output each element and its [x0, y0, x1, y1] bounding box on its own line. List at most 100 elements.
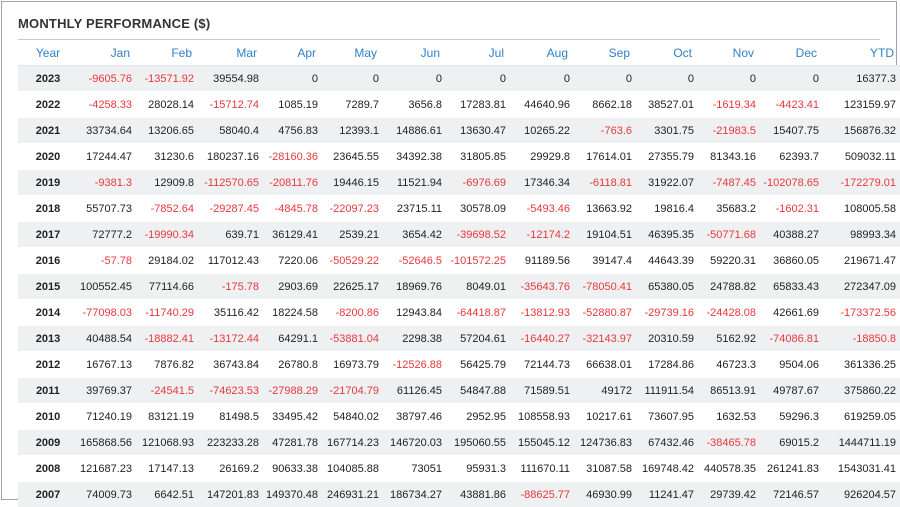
value-cell: 13206.65	[136, 118, 198, 144]
table-header-row: YearJanFebMarAprMayJunJulAugSepOctNovDec…	[18, 40, 900, 66]
value-cell: 0	[446, 66, 510, 92]
value-cell: 59220.31	[698, 248, 760, 274]
value-cell: -12526.88	[383, 352, 446, 378]
value-cell: -102078.65	[760, 170, 823, 196]
value-cell: 86513.91	[698, 378, 760, 404]
value-cell: -4258.33	[78, 92, 136, 118]
value-cell: -64418.87	[446, 300, 510, 326]
table-row: 202017244.4731230.6180237.16-28160.36236…	[18, 144, 900, 170]
table-row: 201772777.2-19990.34639.7136129.412539.2…	[18, 222, 900, 248]
value-cell: -19990.34	[136, 222, 198, 248]
value-cell: 31805.85	[446, 144, 510, 170]
table-body: 2023-9605.76-13571.9239554.9800000000016…	[18, 66, 900, 507]
value-cell: 639.71	[198, 222, 263, 248]
value-cell: 100552.45	[78, 274, 136, 300]
value-cell: 49172	[574, 378, 636, 404]
value-cell: 46930.99	[574, 482, 636, 507]
value-cell: 156876.32	[823, 118, 900, 144]
value-cell: -77098.03	[78, 300, 136, 326]
column-header-jul: Jul	[446, 40, 510, 66]
value-cell: 36860.05	[760, 248, 823, 274]
value-cell: 5162.92	[698, 326, 760, 352]
value-cell: 73051	[383, 456, 446, 482]
value-cell: 71240.19	[78, 404, 136, 430]
value-cell: 43881.86	[446, 482, 510, 507]
value-cell: 23645.55	[322, 144, 383, 170]
value-cell: 12943.84	[383, 300, 446, 326]
value-cell: 108558.93	[510, 404, 574, 430]
value-cell: -21983.5	[698, 118, 760, 144]
value-cell: 19446.15	[322, 170, 383, 196]
value-cell: 926204.57	[823, 482, 900, 507]
value-cell: 10217.61	[574, 404, 636, 430]
value-cell: 165868.56	[78, 430, 136, 456]
value-cell: 54847.88	[446, 378, 510, 404]
value-cell: 61126.45	[383, 378, 446, 404]
value-cell: -172279.01	[823, 170, 900, 196]
column-header-ytd: YTD	[823, 40, 900, 66]
column-header-mar: Mar	[198, 40, 263, 66]
table-row: 2015100552.4577114.66-175.782903.6922625…	[18, 274, 900, 300]
value-cell: 46723.3	[698, 352, 760, 378]
value-cell: 8662.18	[574, 92, 636, 118]
value-cell: 74009.73	[78, 482, 136, 507]
value-cell: 49787.67	[760, 378, 823, 404]
value-cell: 39147.4	[574, 248, 636, 274]
value-cell: 58040.4	[198, 118, 263, 144]
value-cell: -24428.08	[698, 300, 760, 326]
value-cell: 180237.16	[198, 144, 263, 170]
column-header-aug: Aug	[510, 40, 574, 66]
value-cell: -57.78	[78, 248, 136, 274]
column-header-year: Year	[18, 40, 78, 66]
year-cell: 2008	[18, 456, 78, 482]
table-row: 2009165868.56121068.93223233.2847281.781…	[18, 430, 900, 456]
value-cell: 95931.3	[446, 456, 510, 482]
value-cell: 108005.58	[823, 196, 900, 222]
value-cell: 149370.48	[263, 482, 322, 507]
value-cell: 16767.13	[78, 352, 136, 378]
value-cell: 4756.83	[263, 118, 322, 144]
value-cell: 186734.27	[383, 482, 446, 507]
value-cell: 44640.96	[510, 92, 574, 118]
value-cell: -50529.22	[322, 248, 383, 274]
value-cell: 121687.23	[78, 456, 136, 482]
value-cell: 9504.06	[760, 352, 823, 378]
column-header-apr: Apr	[263, 40, 322, 66]
value-cell: 77114.66	[136, 274, 198, 300]
value-cell: 69015.2	[760, 430, 823, 456]
value-cell: 111670.11	[510, 456, 574, 482]
year-cell: 2019	[18, 170, 78, 196]
value-cell: 34392.38	[383, 144, 446, 170]
value-cell: 0	[383, 66, 446, 92]
value-cell: -7487.45	[698, 170, 760, 196]
value-cell: -39698.52	[446, 222, 510, 248]
value-cell: 18224.58	[263, 300, 322, 326]
value-cell: 19104.51	[574, 222, 636, 248]
value-cell: 54840.02	[322, 404, 383, 430]
value-cell: -52880.87	[574, 300, 636, 326]
value-cell: 2298.38	[383, 326, 446, 352]
value-cell: 17283.81	[446, 92, 510, 118]
value-cell: 22625.17	[322, 274, 383, 300]
value-cell: 195060.55	[446, 430, 510, 456]
table-row: 202133734.6413206.6558040.44756.8312393.…	[18, 118, 900, 144]
value-cell: 13663.92	[574, 196, 636, 222]
value-cell: 2952.95	[446, 404, 510, 430]
value-cell: 67432.46	[636, 430, 698, 456]
year-cell: 2023	[18, 66, 78, 92]
performance-panel: MONTHLY PERFORMANCE ($) YearJanFebMarApr…	[1, 1, 897, 500]
value-cell: 155045.12	[510, 430, 574, 456]
value-cell: -74086.81	[760, 326, 823, 352]
value-cell: 83121.19	[136, 404, 198, 430]
value-cell: 47281.78	[263, 430, 322, 456]
value-cell: 40388.27	[760, 222, 823, 248]
column-header-feb: Feb	[136, 40, 198, 66]
table-row: 2022-4258.3328028.14-15712.741085.197289…	[18, 92, 900, 118]
value-cell: 36129.41	[263, 222, 322, 248]
table-row: 2016-57.7829184.02117012.437220.06-50529…	[18, 248, 900, 274]
value-cell: 46395.35	[636, 222, 698, 248]
value-cell: 3654.42	[383, 222, 446, 248]
value-cell: 31230.6	[136, 144, 198, 170]
value-cell: 57204.61	[446, 326, 510, 352]
value-cell: 35116.42	[198, 300, 263, 326]
